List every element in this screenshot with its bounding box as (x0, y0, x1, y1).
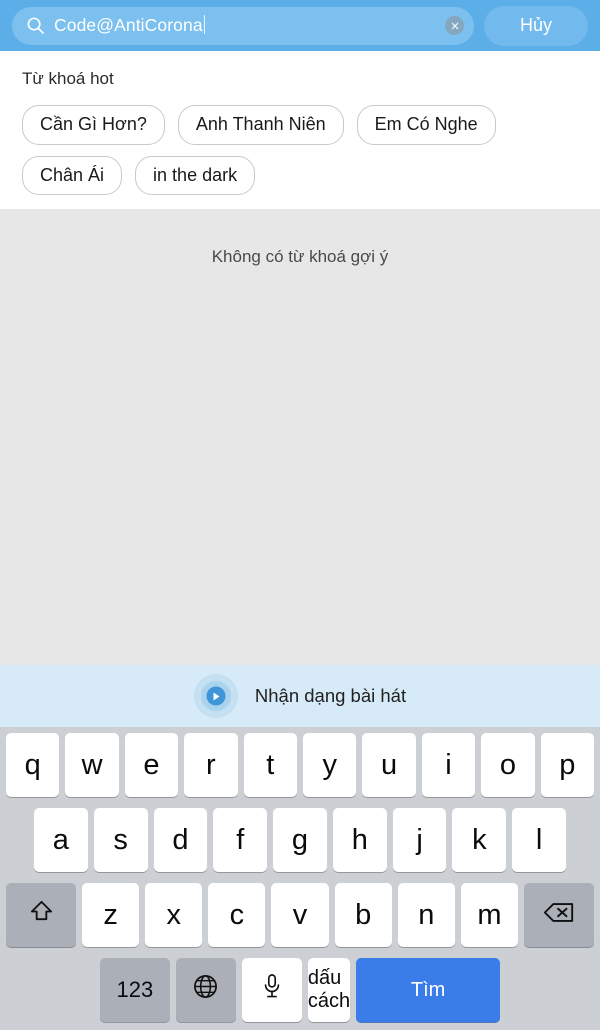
space-key[interactable]: dấu cách (307, 958, 350, 1022)
key-l[interactable]: l (512, 808, 567, 872)
song-recognition-label: Nhận dạng bài hát (254, 685, 407, 706)
hot-keyword-chip[interactable]: Anh Thanh Niên (177, 105, 344, 145)
key-y[interactable]: y (303, 733, 357, 797)
backspace-key[interactable] (523, 883, 594, 947)
backspace-icon (543, 899, 575, 932)
search-value-text: Code@AntiCorona (54, 15, 203, 35)
key-u[interactable]: u (362, 733, 416, 797)
key-a[interactable]: a (33, 808, 88, 872)
globe-key[interactable] (175, 958, 236, 1022)
song-recognition-bar[interactable]: Nhận dạng bài hát (0, 665, 600, 727)
keyboard-row-4: 123 dấu cách Tìm (3, 958, 597, 1022)
chip-label: Chân Ái (40, 164, 105, 185)
key-z[interactable]: z (82, 883, 140, 947)
key-q[interactable]: q (5, 733, 60, 797)
key-i[interactable]: i (421, 733, 476, 797)
icon-inner-circle (206, 686, 226, 706)
key-e[interactable]: e (124, 733, 179, 797)
shift-arrow-icon (28, 898, 55, 933)
key-d[interactable]: d (153, 808, 208, 872)
song-recognition-icon (193, 674, 238, 718)
key-h[interactable]: h (332, 808, 387, 872)
key-s[interactable]: s (93, 808, 148, 872)
key-b[interactable]: b (334, 883, 392, 947)
shift-key[interactable] (6, 883, 76, 947)
key-w[interactable]: w (65, 733, 119, 797)
search-bar: Code@AntiCorona Hủy (0, 0, 600, 51)
hot-keyword-chips: Cần Gì Hơn? Anh Thanh Niên Em Có Nghe Ch… (22, 105, 578, 196)
key-c[interactable]: c (208, 883, 266, 947)
hot-keyword-chip[interactable]: in the dark (135, 155, 256, 196)
keyboard-row-1: q w e r t y u i o p (3, 733, 597, 797)
hot-keyword-chip[interactable]: Chân Ái (22, 155, 123, 196)
key-k[interactable]: k (452, 808, 507, 872)
cancel-button-label: Hủy (519, 15, 552, 35)
key-t[interactable]: t (243, 733, 297, 797)
text-caret (203, 15, 206, 34)
keyboard-row-2: a s d f g h j k l (3, 808, 597, 872)
key-g[interactable]: g (273, 808, 327, 872)
search-screen: Code@AntiCorona Hủy Từ khoá hot Cần Gì H… (0, 0, 600, 1030)
key-n[interactable]: n (397, 883, 455, 947)
microphone-key[interactable] (241, 958, 302, 1022)
cancel-button[interactable]: Hủy (484, 5, 588, 46)
virtual-keyboard: q w e r t y u i o p a s d f g h j k l z … (0, 727, 600, 1030)
key-x[interactable]: x (145, 883, 203, 947)
chip-label: Anh Thanh Niên (195, 114, 326, 134)
hot-keyword-chip[interactable]: Em Có Nghe (356, 105, 496, 145)
chip-label: Cần Gì Hơn? (40, 114, 147, 134)
key-f[interactable]: f (213, 808, 268, 872)
key-v[interactable]: v (271, 883, 329, 947)
search-icon (26, 16, 45, 35)
key-r[interactable]: r (184, 733, 238, 797)
key-m[interactable]: m (460, 883, 518, 947)
keyboard-row-3: z x c v b n m (3, 883, 597, 947)
key-j[interactable]: j (392, 808, 447, 872)
clear-circle-icon[interactable] (445, 16, 464, 35)
microphone-icon (261, 972, 283, 1008)
search-input[interactable]: Code@AntiCorona (12, 6, 474, 45)
key-o[interactable]: o (481, 733, 535, 797)
search-input-value: Code@AntiCorona (54, 15, 436, 36)
chip-label: in the dark (153, 164, 238, 185)
suggestions-empty-text: Không có từ khoá gợi ý (211, 247, 389, 267)
hot-keywords-title: Từ khoá hot (22, 69, 114, 88)
hot-keyword-chip[interactable]: Cần Gì Hơn? (22, 105, 165, 145)
search-go-key[interactable]: Tìm (356, 958, 501, 1022)
chip-label: Em Có Nghe (374, 114, 478, 134)
key-p[interactable]: p (540, 733, 595, 797)
hot-keywords-section: Từ khoá hot Cần Gì Hơn? Anh Thanh Niên E… (0, 51, 600, 210)
numbers-key[interactable]: 123 (99, 958, 170, 1022)
play-triangle-icon (213, 692, 220, 700)
suggestions-area: Không có từ khoá gợi ý (0, 209, 600, 665)
globe-icon (192, 973, 219, 1008)
